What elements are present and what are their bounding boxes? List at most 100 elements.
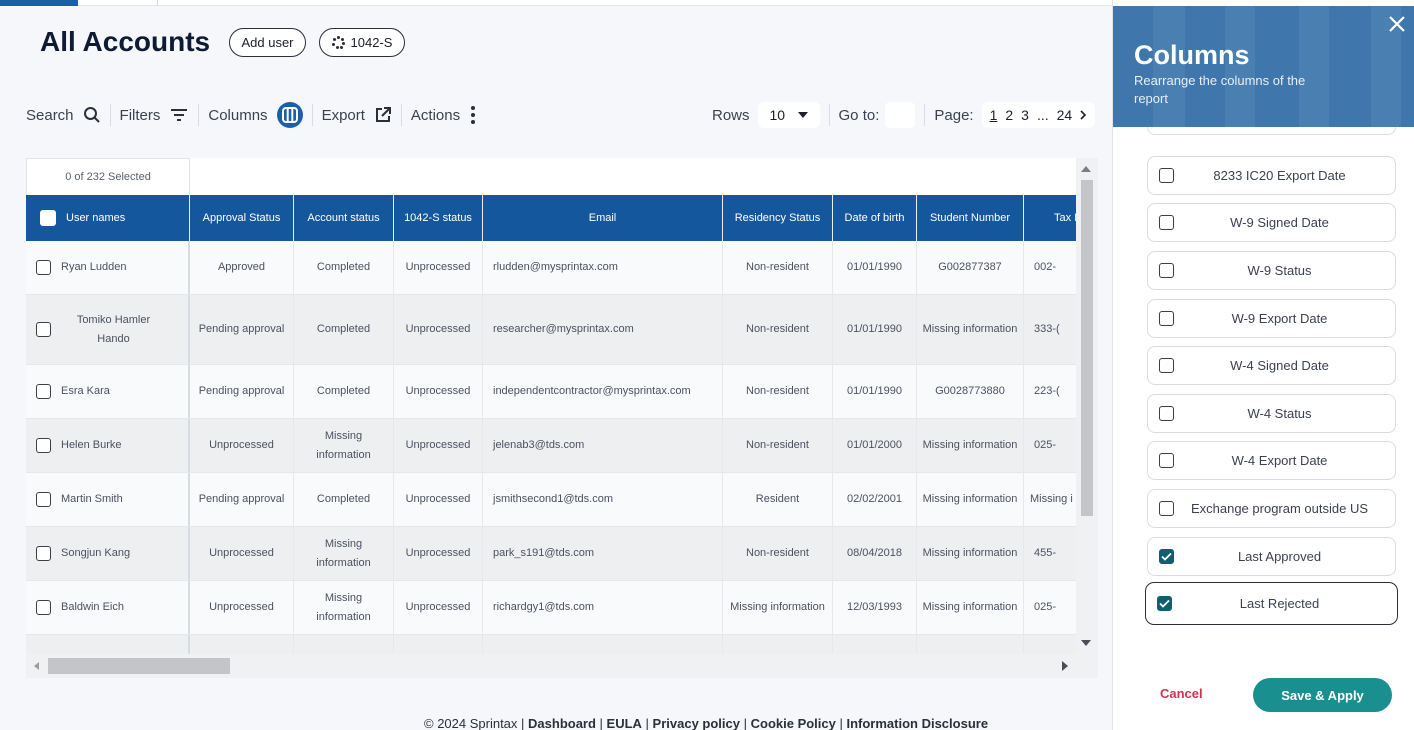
active-tab-indicator[interactable]: [0, 0, 78, 6]
table-row[interactable]: Helen Burke Unprocessed Missing informat…: [26, 419, 1098, 473]
export-button[interactable]: Export: [322, 106, 392, 124]
scroll-thumb[interactable]: [48, 658, 230, 674]
table-row[interactable]: Martin Smith Pending approval Completed …: [26, 473, 1098, 527]
actions-button[interactable]: Actions: [411, 105, 477, 125]
column-checkbox[interactable]: [1159, 311, 1174, 326]
chevron-right-icon[interactable]: [1080, 110, 1087, 120]
scroll-left-arrow[interactable]: [34, 662, 39, 670]
1042s-status-cell: Unprocessed: [394, 295, 483, 364]
scroll-right-arrow[interactable]: [1062, 661, 1068, 671]
1042s-status-cell: Unprocessed: [394, 581, 483, 634]
table-row[interactable]: Ryan Ludden Approved Completed Unprocess…: [26, 241, 1098, 295]
row-checkbox[interactable]: [36, 546, 51, 561]
chevron-down-icon: [797, 112, 808, 118]
row-checkbox[interactable]: [36, 438, 51, 453]
horizontal-scrollbar[interactable]: [26, 654, 1098, 678]
column-checkbox[interactable]: [1159, 453, 1174, 468]
select-all-checkbox[interactable]: [40, 210, 56, 226]
column-checkbox[interactable]: [1159, 501, 1174, 516]
row-checkbox[interactable]: [36, 600, 51, 615]
row-checkbox[interactable]: [36, 492, 51, 507]
footer-link-dashboard[interactable]: Dashboard: [528, 716, 596, 730]
column-option[interactable]: Last Approved: [1147, 537, 1396, 576]
column-checkbox[interactable]: [1159, 168, 1174, 183]
filters-button[interactable]: Filters: [120, 107, 190, 124]
save-apply-button[interactable]: Save & Apply: [1253, 678, 1392, 712]
user-name[interactable]: Tomiko Hamler Hando: [61, 311, 184, 349]
column-checkbox[interactable]: [1159, 263, 1174, 278]
student-number-cell: Missing information: [917, 419, 1024, 472]
table-body: Ryan Ludden Approved Completed Unprocess…: [26, 241, 1098, 665]
column-checkbox[interactable]: [1157, 596, 1172, 611]
table-row[interactable]: Songjun Kang Unprocessed Missing informa…: [26, 527, 1098, 581]
scroll-thumb[interactable]: [1081, 180, 1093, 516]
residency-status-cell: Missing information: [723, 581, 833, 634]
column-option[interactable]: [1147, 127, 1396, 135]
account-status-cell: Missing information: [294, 419, 394, 472]
columns-button[interactable]: Columns: [208, 102, 303, 128]
column-option[interactable]: W-9 Export Date: [1147, 299, 1396, 338]
user-name-cell: Helen Burke: [26, 419, 190, 472]
column-header-1042s-status[interactable]: 1042-S status: [394, 195, 483, 241]
user-name[interactable]: Helen Burke: [61, 436, 122, 455]
vertical-scrollbar[interactable]: [1076, 158, 1098, 654]
scroll-up-arrow[interactable]: [1081, 166, 1091, 172]
footer-link-privacy[interactable]: Privacy policy: [653, 716, 740, 730]
column-header-email[interactable]: Email: [483, 195, 723, 241]
table-row[interactable]: Tomiko Hamler Hando Pending approval Com…: [26, 295, 1098, 365]
row-checkbox[interactable]: [36, 260, 51, 275]
date-of-birth-cell: 01/01/1990: [833, 241, 917, 294]
column-header-user-names[interactable]: User names: [26, 195, 190, 241]
column-header-date-of-birth[interactable]: Date of birth: [833, 195, 917, 241]
add-user-button[interactable]: Add user: [229, 28, 306, 57]
column-header-student-number[interactable]: Student Number: [917, 195, 1024, 241]
user-name[interactable]: Songjun Kang: [61, 544, 130, 563]
cancel-button[interactable]: Cancel: [1160, 686, 1203, 701]
column-option[interactable]: Last Rejected: [1145, 582, 1398, 625]
column-option[interactable]: W-4 Signed Date: [1147, 346, 1396, 385]
selected-count: 0 of 232 Selected: [26, 158, 190, 195]
row-checkbox[interactable]: [36, 322, 51, 337]
table-row[interactable]: Baldwin Eich Unprocessed Missing informa…: [26, 581, 1098, 635]
rows-per-page-select[interactable]: 10: [757, 102, 820, 128]
column-option[interactable]: 8233 IC20 Export Date: [1147, 156, 1396, 195]
table-row[interactable]: Esra Kara Pending approval Completed Unp…: [26, 365, 1098, 419]
accounts-table: 0 of 232 Selected User names Approval St…: [26, 158, 1098, 678]
table-toolbar: Search Filters Columns Export Actions: [26, 99, 477, 131]
row-checkbox[interactable]: [36, 384, 51, 399]
column-option-label: W-4 Export Date: [1231, 453, 1328, 468]
user-name[interactable]: Ryan Ludden: [61, 258, 126, 277]
rows-value: 10: [769, 107, 786, 123]
approval-status-cell: Unprocessed: [190, 527, 294, 580]
page-link[interactable]: 24: [1057, 107, 1073, 123]
footer-link-eula[interactable]: EULA: [607, 716, 642, 730]
page-link[interactable]: 3: [1021, 107, 1029, 123]
user-name[interactable]: Esra Kara: [61, 382, 110, 401]
column-header-residency-status[interactable]: Residency Status: [723, 195, 833, 241]
goto-page-input[interactable]: [885, 102, 916, 128]
footer-link-disclosure[interactable]: Information Disclosure: [846, 716, 988, 730]
account-status-cell: Missing information: [294, 581, 394, 634]
footer-link-cookie[interactable]: Cookie Policy: [751, 716, 836, 730]
column-header-approval-status[interactable]: Approval Status: [190, 195, 294, 241]
page-link[interactable]: 1: [990, 107, 998, 123]
column-option[interactable]: Exchange program outside US: [1147, 489, 1396, 528]
column-option[interactable]: W-9 Signed Date: [1147, 203, 1396, 242]
column-option[interactable]: W-4 Status: [1147, 394, 1396, 433]
column-checkbox[interactable]: [1159, 549, 1174, 564]
column-option[interactable]: W-4 Export Date: [1147, 441, 1396, 480]
column-header-account-status[interactable]: Account status: [294, 195, 394, 241]
page-link[interactable]: 2: [1005, 107, 1013, 123]
page-footer: © 2024 Sprintax | Dashboard | EULA | Pri…: [424, 716, 989, 730]
column-option[interactable]: W-9 Status: [1147, 251, 1396, 290]
column-checkbox[interactable]: [1159, 358, 1174, 373]
search-button[interactable]: Search: [26, 106, 101, 124]
column-checkbox[interactable]: [1159, 406, 1174, 421]
user-name[interactable]: Baldwin Eich: [61, 598, 124, 617]
columns-icon: [276, 102, 303, 128]
column-checkbox[interactable]: [1159, 215, 1174, 230]
form-1042-button[interactable]: 1042-S: [319, 28, 405, 57]
scroll-down-arrow[interactable]: [1081, 640, 1091, 646]
close-icon[interactable]: [1387, 14, 1407, 34]
user-name[interactable]: Martin Smith: [61, 490, 123, 509]
